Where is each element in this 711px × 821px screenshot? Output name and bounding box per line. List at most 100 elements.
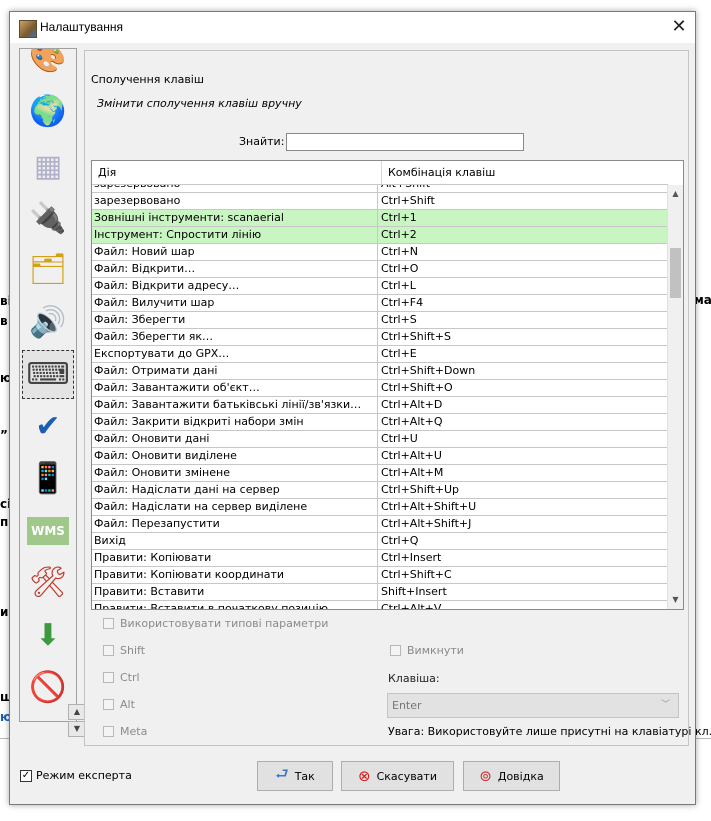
search-input[interactable] (286, 133, 524, 151)
table-row[interactable]: Файл: Новий шар Ctrl+N (92, 244, 667, 261)
table-row[interactable]: Файл: Перезапустити Ctrl+Alt+Shift+J (92, 516, 667, 533)
action-cell[interactable]: Файл: Оновити змінене (94, 465, 378, 481)
sidebar-item-speaker[interactable]: 🔊 (22, 298, 74, 347)
sidebar-item-download[interactable]: ⬇ (22, 611, 74, 660)
shortcut-cell[interactable]: Ctrl+O (379, 261, 667, 276)
checkmark-icon[interactable]: ✓ (20, 769, 32, 782)
table-row[interactable]: Правити: Копіювати координати Ctrl+Shift+… (92, 567, 667, 584)
checkbox-box[interactable] (103, 672, 114, 683)
sidebar-item-paint[interactable]: 🎨 (22, 49, 74, 82)
meta-checkbox[interactable]: Meta (103, 725, 147, 738)
checkbox-box[interactable] (390, 645, 401, 656)
disable-checkbox[interactable]: Вимкнути (390, 644, 464, 657)
shortcut-cell[interactable]: Ctrl+Alt+Q (379, 414, 667, 429)
action-cell[interactable]: Файл: Зберегти (94, 312, 378, 328)
table-row[interactable]: Файл: Вилучити шар Ctrl+F4 (92, 295, 667, 312)
table-row[interactable]: Зовнішні інструменти: scanaerial Ctrl+1 (92, 210, 667, 227)
key-select[interactable]: Enter ﹀ (387, 693, 679, 718)
sidebar-item-tools[interactable]: 🛠 (22, 558, 74, 607)
scrollbar-thumb[interactable] (670, 248, 681, 298)
action-cell[interactable]: Файл: Зберегти як… (94, 329, 378, 345)
scroll-down-icon[interactable]: ▼ (668, 593, 683, 607)
table-row[interactable]: Файл: Надіслати на сервер виділене Ctrl+A… (92, 499, 667, 516)
action-cell[interactable]: Зовнішні інструменти: scanaerial (94, 210, 378, 226)
action-cell[interactable]: Вихід (94, 533, 378, 549)
table-row[interactable]: Файл: Отримати дані Ctrl+Shift+Down (92, 363, 667, 380)
shortcut-cell[interactable]: Ctrl+Alt+Shift+U (379, 499, 667, 514)
table-row[interactable]: Інструмент: Спростити лінію Ctrl+2 (92, 227, 667, 244)
action-cell[interactable]: Інструмент: Спростити лінію (94, 227, 378, 243)
table-scrollbar[interactable]: ▲ ▼ (667, 185, 683, 609)
action-cell[interactable]: Файл: Надіслати дані на сервер (94, 482, 378, 498)
table-row[interactable]: Правити: Вставити в початкову позицію Ctr… (92, 601, 667, 609)
checkbox-box[interactable] (103, 699, 114, 710)
table-row[interactable]: Файл: Завантажити батьківські лінії/зв'я… (92, 397, 667, 414)
action-cell[interactable]: Правити: Копіювати (94, 550, 378, 566)
alt-checkbox[interactable]: Alt (103, 698, 135, 711)
shortcut-cell[interactable]: Ctrl+Shift+O (379, 380, 667, 395)
shortcut-cell[interactable]: Ctrl+Q (379, 533, 667, 548)
sidebar-item-wms-tms[interactable]: WMS (22, 506, 74, 555)
checkbox-box[interactable] (103, 618, 114, 629)
sidebar-item-grid[interactable]: ▦ (22, 142, 74, 191)
action-cell[interactable]: Файл: Отримати дані (94, 363, 378, 379)
close-button[interactable]: ✕ (663, 12, 695, 43)
table-row[interactable]: Файл: Відкрити адресу… Ctrl+L (92, 278, 667, 295)
shortcut-cell[interactable]: Ctrl+U (379, 431, 667, 446)
sidebar-item-checkmark[interactable]: ✔ (22, 402, 74, 451)
sidebar-item-remote[interactable]: 📱 (22, 454, 74, 503)
table-row[interactable]: Файл: Завантажити об'єкт… Ctrl+Shift+O (92, 380, 667, 397)
action-cell[interactable]: Експортувати до GPX… (94, 346, 378, 362)
shortcut-cell[interactable]: Ctrl+Alt+U (379, 448, 667, 463)
shortcut-cell[interactable]: Ctrl+Alt+D (379, 397, 667, 412)
table-row[interactable]: Вихід Ctrl+Q (92, 533, 667, 550)
action-cell[interactable]: Файл: Завантажити об'єкт… (94, 380, 378, 396)
action-cell[interactable]: Файл: Оновити виділене (94, 448, 378, 464)
shift-checkbox[interactable]: Shift (103, 644, 145, 657)
shortcut-cell[interactable]: Ctrl+Alt+M (379, 465, 667, 480)
action-cell[interactable]: Файл: Закрити відкриті набори змін (94, 414, 378, 430)
scroll-up-icon[interactable]: ▲ (668, 187, 683, 201)
column-header-shortcut[interactable]: Комбінація клавіш (382, 161, 673, 184)
help-button[interactable]: ⊚ Довідка (463, 761, 560, 791)
table-row[interactable]: Файл: Відкрити… Ctrl+O (92, 261, 667, 278)
action-cell[interactable]: Файл: Новий шар (94, 244, 378, 260)
shortcut-cell[interactable]: Ctrl+1 (379, 210, 667, 225)
shortcut-cell[interactable]: Ctrl+N (379, 244, 667, 259)
table-row[interactable]: Експортувати до GPX… Ctrl+E (92, 346, 667, 363)
shortcut-cell[interactable]: Ctrl+Shift+Down (379, 363, 667, 378)
action-cell[interactable]: Файл: Надіслати на сервер виділене (94, 499, 378, 515)
table-row[interactable]: Правити: Вставити Shift+Insert (92, 584, 667, 601)
table-row[interactable]: зарезервованоAlt+Shift (92, 185, 667, 193)
action-cell[interactable]: Файл: Вилучити шар (94, 295, 378, 311)
action-cell[interactable]: Файл: Завантажити батьківські лінії/зв'я… (94, 397, 378, 413)
shortcut-cell[interactable]: Alt+Shift (379, 185, 667, 191)
shortcut-cell[interactable]: Ctrl+S (379, 312, 667, 327)
shortcut-cell[interactable]: Ctrl+Shift+S (379, 329, 667, 344)
table-row[interactable]: Файл: Зберегти Ctrl+S (92, 312, 667, 329)
shortcut-cell[interactable]: Ctrl+Shift (379, 193, 667, 208)
action-cell[interactable]: Правити: Копіювати координати (94, 567, 378, 583)
shortcut-cell[interactable]: Ctrl+E (379, 346, 667, 361)
sidebar-item-folders[interactable]: 🗂 (22, 245, 74, 294)
expert-mode-checkbox[interactable]: ✓ Режим експерта (20, 769, 132, 782)
action-cell[interactable]: зарезервовано (94, 193, 378, 209)
checkbox-box[interactable] (103, 726, 114, 737)
sidebar-item-keyboard[interactable]: ⌨ (22, 350, 74, 399)
cancel-button[interactable]: ⊗ Скасувати (341, 761, 454, 791)
sidebar-item-plug[interactable]: 🔌 (22, 194, 74, 243)
table-row[interactable]: Файл: Закрити відкриті набори змін Ctrl+A… (92, 414, 667, 431)
shortcut-cell[interactable]: Ctrl+Shift+Up (379, 482, 667, 497)
sidebar-item-globe[interactable]: 🌍 (22, 87, 74, 136)
table-row[interactable]: Файл: Оновити дані Ctrl+U (92, 431, 667, 448)
shortcut-cell[interactable]: Ctrl+F4 (379, 295, 667, 310)
table-row[interactable]: Файл: Оновити змінене Ctrl+Alt+M (92, 465, 667, 482)
ok-button[interactable]: ⮐ Так (257, 761, 333, 791)
shortcut-cell[interactable]: Ctrl+Alt+Shift+J (379, 516, 667, 531)
table-row[interactable]: Файл: Зберегти як… Ctrl+Shift+S (92, 329, 667, 346)
shortcut-cell[interactable]: Ctrl+Insert (379, 550, 667, 565)
ctrl-checkbox[interactable]: Ctrl (103, 671, 140, 684)
action-cell[interactable]: Файл: Відкрити… (94, 261, 378, 277)
action-cell[interactable]: Правити: Вставити в початкову позицію (94, 601, 378, 609)
table-row[interactable]: Файл: Надіслати дані на сервер Ctrl+Shift… (92, 482, 667, 499)
